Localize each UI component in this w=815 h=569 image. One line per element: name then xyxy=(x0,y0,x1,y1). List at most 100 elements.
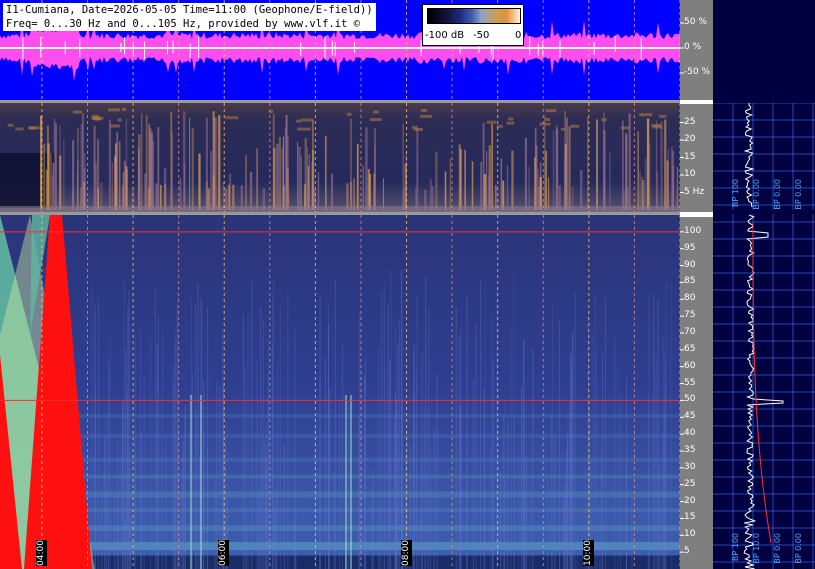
efield-tick-label: 30 xyxy=(684,461,696,472)
spectral-streak xyxy=(304,138,307,210)
spectral-streak xyxy=(484,283,486,569)
spectral-streak xyxy=(94,162,97,210)
spectral-blob xyxy=(296,119,302,123)
spectral-streak xyxy=(261,451,263,569)
spectral-streak xyxy=(449,158,452,210)
spectral-streak xyxy=(395,324,397,569)
spectral-streak xyxy=(334,278,336,569)
spectral-blob xyxy=(420,108,428,112)
spectral-streak xyxy=(662,432,664,569)
spectral-streak xyxy=(382,178,385,210)
efield-tick-label: 65 xyxy=(684,343,696,354)
spectral-streak xyxy=(428,308,430,569)
spectral-streak xyxy=(369,173,372,210)
spectral-streak xyxy=(412,389,414,569)
spectral-streak xyxy=(307,180,309,210)
spectral-streak xyxy=(500,158,503,210)
spectral-streak xyxy=(191,128,194,210)
spectral-streak xyxy=(602,353,604,569)
band xyxy=(60,474,680,479)
spectral-streak xyxy=(397,343,399,569)
spectral-streak xyxy=(614,337,616,569)
spectral-streak xyxy=(401,307,403,569)
spectral-streak xyxy=(539,177,542,210)
efield-tick-label: 5 xyxy=(684,546,690,557)
spectral-streak xyxy=(389,358,391,569)
spectral-streak xyxy=(605,298,607,569)
spectral-streak xyxy=(170,111,173,210)
spectral-streak xyxy=(435,151,438,210)
spectral-blob xyxy=(110,124,121,128)
time-label: 06:00 xyxy=(218,540,230,566)
spectral-streak xyxy=(558,515,560,569)
spectral-streak xyxy=(523,402,525,569)
spectral-streak xyxy=(526,459,528,569)
spectral-streak xyxy=(537,169,539,210)
spectral-streak xyxy=(157,317,159,569)
spectral-streak xyxy=(458,336,460,569)
spectral-streak xyxy=(554,435,556,569)
spectral-streak xyxy=(653,295,655,569)
efield-tick-label: 55 xyxy=(684,377,696,388)
spectral-streak xyxy=(518,442,520,569)
bright-streak xyxy=(200,395,202,569)
spectral-streak xyxy=(511,150,514,210)
spectral-streak xyxy=(77,127,79,210)
band xyxy=(60,413,680,418)
spectral-blob xyxy=(28,126,36,130)
legend-mid-label: -50 xyxy=(473,30,490,41)
spectral-streak xyxy=(573,329,575,569)
spectral-streak xyxy=(100,182,103,210)
spectral-streak xyxy=(510,329,512,569)
spectral-streak xyxy=(162,330,164,569)
spectral-streak xyxy=(54,123,57,210)
spectral-streak xyxy=(455,307,457,569)
efield-tick-label: 50 xyxy=(684,394,696,405)
spectral-streak xyxy=(256,360,258,569)
spectral-streak xyxy=(569,403,571,569)
spectral-streak xyxy=(384,364,386,569)
band-power-svg xyxy=(713,103,815,569)
spectral-streak xyxy=(672,165,675,210)
spectral-streak xyxy=(416,293,418,569)
spectral-streak xyxy=(272,278,274,569)
spectral-streak xyxy=(649,143,651,210)
efield-tick-label: 85 xyxy=(684,276,696,287)
efield-tick-label: 25 xyxy=(684,478,696,489)
spectral-streak xyxy=(276,362,278,569)
bright-streak xyxy=(190,395,192,569)
spectral-streak xyxy=(324,356,326,569)
spectral-streak xyxy=(483,174,487,210)
bp-label: BP 0.00 xyxy=(794,533,803,564)
spectral-streak xyxy=(104,436,106,569)
spectral-streak xyxy=(621,120,624,210)
spectral-streak xyxy=(245,155,247,210)
spectral-streak xyxy=(182,441,184,569)
efield-tick-label: 60 xyxy=(684,360,696,371)
spectral-blob xyxy=(639,113,653,117)
efield-tick-label: 15 xyxy=(684,512,696,523)
spectral-streak xyxy=(101,485,103,569)
spectral-streak xyxy=(275,488,277,569)
spectral-streak xyxy=(529,489,531,569)
spectral-streak xyxy=(480,161,482,210)
spectral-streak xyxy=(644,158,647,210)
spectral-streak xyxy=(295,482,297,569)
spectral-blob xyxy=(225,116,239,120)
spectral-streak xyxy=(423,405,425,569)
spectral-streak xyxy=(564,158,567,210)
waveform-tick-label: -50 % xyxy=(684,67,711,77)
spectral-streak xyxy=(152,141,154,210)
spectral-streak xyxy=(602,112,605,210)
geophone-tick-label: 10 xyxy=(684,169,696,179)
spectral-blob xyxy=(560,127,566,131)
spectral-streak xyxy=(97,299,99,569)
bp-label: BP 0.00 xyxy=(773,179,782,210)
spectral-streak xyxy=(266,455,268,569)
spectral-blob xyxy=(373,110,379,114)
spectral-streak xyxy=(173,366,175,569)
spectral-blob xyxy=(506,121,515,125)
geophone-spectrogram-svg xyxy=(0,103,680,215)
bp-label: BP 0.00 xyxy=(794,179,803,210)
spectral-streak xyxy=(341,343,343,569)
